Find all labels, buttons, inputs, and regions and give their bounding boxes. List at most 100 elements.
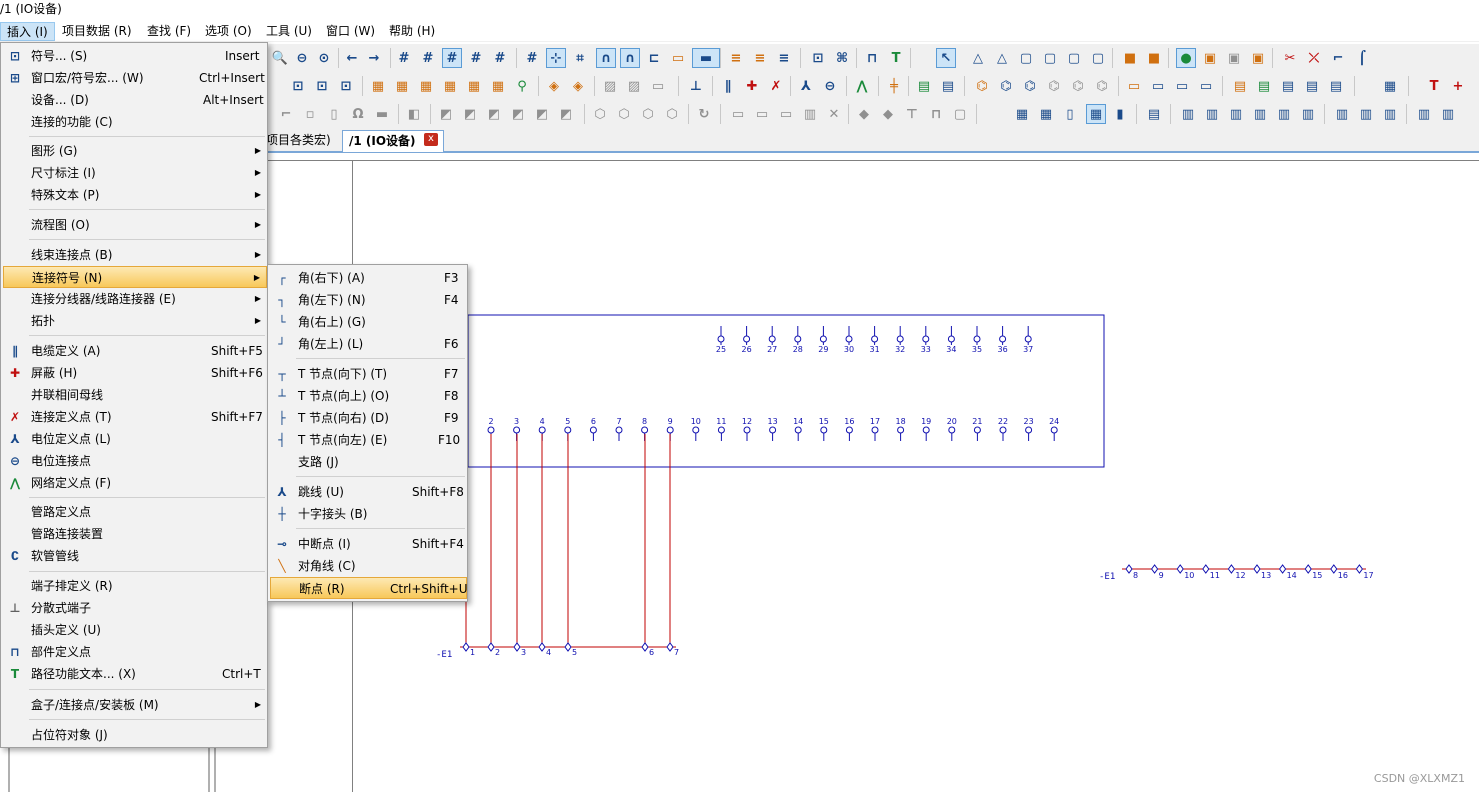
layer-e-icon[interactable]: ▣ xyxy=(1224,48,1244,68)
menu-item-potential-definition[interactable]: ⅄ 电位定义点 (L) xyxy=(3,428,267,450)
zoom-in-icon[interactable]: 🔍 xyxy=(270,48,290,68)
menu-item-pipe-definition[interactable]: 管路定义点 xyxy=(3,501,267,523)
symbol-c-icon[interactable]: ⊡ xyxy=(336,76,356,96)
zoom-out-icon[interactable]: ⊖ xyxy=(292,48,312,68)
menu-item-distributed-terminal[interactable]: ⊥ 分散式端子 xyxy=(3,597,267,619)
cart-icon[interactable]: ⊓ xyxy=(862,48,882,68)
potential-definition-icon[interactable]: ⅄ xyxy=(796,76,816,96)
back-arrow-icon[interactable]: ← xyxy=(342,48,362,68)
connection-definition-icon[interactable]: ✗ xyxy=(766,76,786,96)
menu-item-graphics[interactable]: 图形 (G) ▶ xyxy=(3,140,267,162)
mount-c-icon[interactable]: ▭ xyxy=(776,104,796,124)
busbar-icon[interactable]: ╪ xyxy=(884,76,904,96)
nav-a-icon[interactable]: ▦ xyxy=(1012,104,1032,124)
menu-item-path-text[interactable]: T 路径功能文本... (X) Ctrl+T xyxy=(3,663,267,685)
nav-n-icon[interactable]: ▥ xyxy=(1356,104,1376,124)
input-box-icon[interactable]: ⊏ xyxy=(644,48,664,68)
nav-g-icon[interactable]: ▥ xyxy=(1178,104,1198,124)
hex-c-icon[interactable]: ⬡ xyxy=(638,104,658,124)
box-g-icon[interactable]: ▭ xyxy=(1172,76,1192,96)
triangle-a-icon[interactable]: △ xyxy=(968,48,988,68)
box-e-icon[interactable]: ▭ xyxy=(1124,76,1144,96)
submenu-corner-top-left[interactable]: ┘ 角(左上) (L) F6 xyxy=(270,333,467,355)
box-a-icon[interactable]: ▢ xyxy=(1016,48,1036,68)
tab-project-macros[interactable]: 项目各类宏) xyxy=(260,130,337,152)
nav-i-icon[interactable]: ▥ xyxy=(1226,104,1246,124)
menu-project-data[interactable]: 项目数据 (R) xyxy=(56,22,138,41)
shape-c-icon[interactable]: ▯ xyxy=(324,104,344,124)
add-icon[interactable]: + xyxy=(1448,76,1468,96)
box-h-icon[interactable]: ▭ xyxy=(1196,76,1216,96)
menu-item-network-definition[interactable]: ⋀ 网络定义点 (F) xyxy=(3,472,267,494)
submenu-t-node-right[interactable]: ├ T 节点(向右) (D) F9 xyxy=(270,407,467,429)
placeholder-e-icon[interactable]: ⌬ xyxy=(1068,76,1088,96)
menu-item-connected-function[interactable]: 连接的功能 (C) xyxy=(3,111,267,133)
placeholder-b-icon[interactable]: ⌬ xyxy=(996,76,1016,96)
curve-icon[interactable]: ⌠ xyxy=(1352,48,1372,68)
menu-item-parallel-busbar[interactable]: 并联相间母线 xyxy=(3,384,267,406)
hex-d-icon[interactable]: ⬡ xyxy=(662,104,682,124)
shield-icon[interactable]: ✚ xyxy=(742,76,762,96)
menu-help[interactable]: 帮助 (H) xyxy=(383,22,441,41)
device-a-icon[interactable]: ▦ xyxy=(368,76,388,96)
shape-d-icon[interactable]: ◧ xyxy=(404,104,424,124)
menu-item-flowchart[interactable]: 流程图 (O) ▶ xyxy=(3,214,267,236)
macro-a-icon[interactable]: ▤ xyxy=(914,76,934,96)
menu-find[interactable]: 查找 (F) xyxy=(141,22,197,41)
plug-b-icon[interactable]: ◈ xyxy=(568,76,588,96)
nav-b-icon[interactable]: ▦ xyxy=(1036,104,1056,124)
menu-item-box-mounting[interactable]: 盒子/连接点/安装板 (M) ▶ xyxy=(3,694,267,716)
box-f-icon[interactable]: ▭ xyxy=(1148,76,1168,96)
page-b-icon[interactable]: ▤ xyxy=(1254,76,1274,96)
rail-b-icon[interactable]: ◆ xyxy=(878,104,898,124)
rail-d-icon[interactable]: ⊓ xyxy=(926,104,946,124)
nav-d-icon[interactable]: ▦ xyxy=(1086,104,1106,124)
grid-c-icon[interactable]: # xyxy=(442,48,462,68)
magnet-icon[interactable]: ∩ xyxy=(596,48,616,68)
shape-a-icon[interactable]: ⌐ xyxy=(276,104,296,124)
layer-d-icon[interactable]: ▣ xyxy=(1200,48,1220,68)
submenu-corner-bottom-left[interactable]: ┐ 角(左下) (N) F4 xyxy=(270,289,467,311)
menu-item-placeholder[interactable]: 占位符对象 (J) xyxy=(3,724,267,746)
device-b-icon[interactable]: ▦ xyxy=(392,76,412,96)
device-d-icon[interactable]: ▦ xyxy=(440,76,460,96)
mount-a-icon[interactable]: ▭ xyxy=(728,104,748,124)
device-g-icon[interactable]: ⚲ xyxy=(512,76,532,96)
path-text-icon[interactable]: T xyxy=(886,48,906,68)
nav-e-icon[interactable]: ▮ xyxy=(1110,104,1130,124)
cube-d-icon[interactable]: ◩ xyxy=(508,104,528,124)
rail-a-icon[interactable]: ◆ xyxy=(854,104,874,124)
menu-item-connection-symbol[interactable]: 连接符号 (N) ▶ xyxy=(3,266,267,288)
submenu-cross-connector[interactable]: ┼ 十字接头 (B) xyxy=(270,503,467,525)
menu-item-part-definition[interactable]: ⊓ 部件定义点 xyxy=(3,641,267,663)
mount-d-icon[interactable]: ▥ xyxy=(800,104,820,124)
box-c-icon[interactable]: ▢ xyxy=(1064,48,1084,68)
rail-c-icon[interactable]: ⊤ xyxy=(902,104,922,124)
layer-a-icon[interactable]: ■ xyxy=(1120,48,1140,68)
device-c-icon[interactable]: ▦ xyxy=(416,76,436,96)
nav-q-icon[interactable]: ▥ xyxy=(1438,104,1458,124)
text-box-icon[interactable]: ▭ xyxy=(668,48,688,68)
shape-b-icon[interactable]: ▫ xyxy=(300,104,320,124)
device-f-icon[interactable]: ▦ xyxy=(488,76,508,96)
nav-o-icon[interactable]: ▥ xyxy=(1380,104,1400,124)
nav-l-icon[interactable]: ▥ xyxy=(1298,104,1318,124)
nav-h-icon[interactable]: ▥ xyxy=(1202,104,1222,124)
placeholder-c-icon[interactable]: ⌬ xyxy=(1020,76,1040,96)
triangle-b-icon[interactable]: △ xyxy=(992,48,1012,68)
wire-join-icon[interactable]: ⤫ xyxy=(1304,48,1324,68)
wire-cut-icon[interactable]: ✂ xyxy=(1280,48,1300,68)
menu-item-macro[interactable]: ⊞ 窗口宏/符号宏... (W) Ctrl+Insert xyxy=(3,67,267,89)
point-icon[interactable]: ⊡ xyxy=(808,48,828,68)
close-icon[interactable]: x xyxy=(424,133,438,146)
snap-point-icon[interactable]: ⌗ xyxy=(570,48,590,68)
report-icon[interactable]: ▦ xyxy=(1380,76,1400,96)
menu-item-cable-definition[interactable]: ∥ 电缆定义 (A) Shift+F5 xyxy=(3,340,267,362)
page-a-icon[interactable]: ▤ xyxy=(1230,76,1250,96)
nav-j-icon[interactable]: ▥ xyxy=(1250,104,1270,124)
menu-item-device[interactable]: 设备... (D) Alt+Insert xyxy=(3,89,267,111)
cube-f-icon[interactable]: ◩ xyxy=(556,104,576,124)
cube-c-icon[interactable]: ◩ xyxy=(484,104,504,124)
page-c-icon[interactable]: ▤ xyxy=(1278,76,1298,96)
box-d-icon[interactable]: ▢ xyxy=(1088,48,1108,68)
